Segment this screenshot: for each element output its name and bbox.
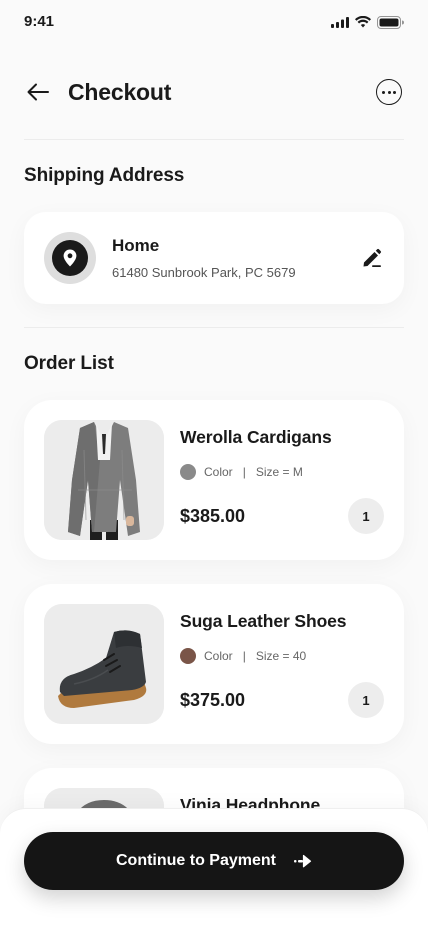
product-image-cardigan [44, 420, 164, 540]
cta-label: Continue to Payment [115, 852, 276, 869]
shipping-section-title: Shipping Address [24, 165, 185, 186]
cardigan-image [44, 420, 164, 540]
status-time: 9:41 [24, 13, 55, 30]
header: Checkout [24, 62, 404, 122]
size-label: Size = M [255, 465, 303, 479]
page-title: Checkout [68, 78, 172, 105]
location-badge [44, 232, 96, 284]
color-label: Color [204, 649, 233, 663]
more-options-button[interactable] [376, 79, 402, 105]
location-badge-inner [52, 240, 88, 276]
color-swatch [180, 648, 196, 664]
meta-separator: | [242, 465, 246, 479]
item-name: Werolla Cardigans [180, 427, 332, 447]
continue-to-payment-button[interactable]: Continue to Payment [24, 832, 404, 890]
status-icons [331, 15, 404, 29]
item-meta: Color | Size = M [180, 464, 384, 480]
address-label: Home [112, 236, 160, 255]
divider [24, 327, 404, 328]
quantity-badge[interactable]: 1 [348, 682, 384, 718]
arrow-right-icon [294, 854, 312, 868]
item-info: Suga Leather Shoes Color | Size = 40 $37… [180, 604, 384, 724]
item-name: Suga Leather Shoes [180, 611, 347, 631]
shoe-image [44, 604, 164, 724]
location-pin-icon [63, 249, 77, 267]
item-meta: Color | Size = 40 [180, 648, 384, 664]
order-item[interactable]: Werolla Cardigans Color | Size = M $385.… [24, 400, 404, 560]
address-line: 61480 Sunbrook Park, PC 5679 [112, 265, 296, 280]
meta-separator: | [242, 649, 246, 663]
quantity-badge[interactable]: 1 [348, 498, 384, 534]
size-label: Size = 40 [255, 649, 307, 663]
edit-address-button[interactable] [360, 246, 384, 270]
more-icon [382, 90, 385, 94]
item-info: Werolla Cardigans Color | Size = M $385.… [180, 420, 384, 540]
address-card[interactable]: Home 61480 Sunbrook Park, PC 5679 [24, 212, 404, 304]
order-item[interactable]: Suga Leather Shoes Color | Size = 40 $37… [24, 584, 404, 744]
color-label: Color [204, 465, 233, 479]
signal-icon [331, 16, 349, 28]
arrow-left-icon [27, 83, 49, 101]
wifi-icon [355, 16, 371, 28]
address-text: Home 61480 Sunbrook Park, PC 5679 [112, 236, 360, 280]
order-section-title: Order List [24, 353, 114, 374]
more-icon-dot [387, 90, 391, 94]
more-icon-dot [393, 90, 396, 94]
battery-icon [377, 15, 404, 29]
back-button[interactable] [24, 78, 52, 106]
status-bar: 9:41 [0, 0, 428, 44]
edit-pencil-icon [363, 248, 382, 267]
product-image-shoes [44, 604, 164, 724]
divider [24, 139, 404, 140]
color-swatch [180, 464, 196, 480]
